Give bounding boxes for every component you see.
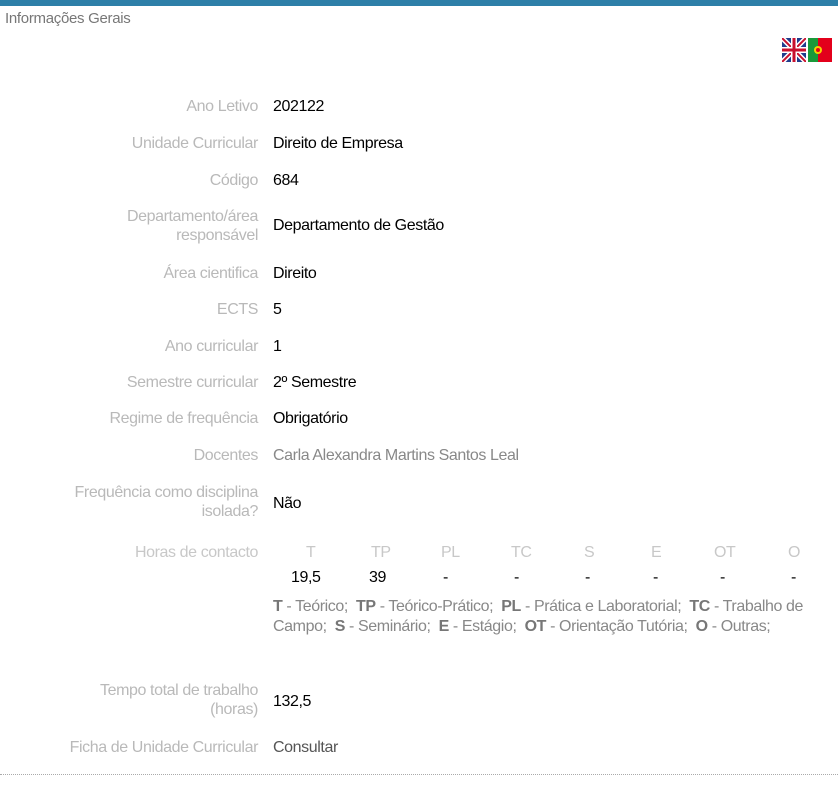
hours-col-head: E [651, 544, 662, 561]
field-value: Direito de Empresa [273, 135, 403, 152]
field-value: 5 [273, 301, 282, 318]
field-label: Horas de contacto [134, 544, 258, 561]
field-value: 132,5 [273, 693, 312, 710]
field-label: Frequência como disciplina isolada? [74, 483, 259, 521]
legend-abbr: O [695, 618, 708, 635]
portugal-flag-icon[interactable] [808, 38, 832, 62]
field-value: Departamento de Gestão [273, 217, 444, 234]
field-label-line1: Frequência como disciplina [74, 484, 259, 501]
legend-desc: - Outras; [707, 618, 771, 635]
field-label: Docentes [193, 447, 259, 464]
hours-col-head: PL [441, 544, 460, 561]
hours-col-value: 39 [369, 569, 386, 586]
legend-abbr: TP [356, 598, 376, 615]
field-label-line2: (horas) [210, 701, 258, 718]
hours-col-head: TP [371, 544, 391, 561]
field-value: 2º Semestre [273, 374, 357, 391]
legend-desc: - Orientação Tutória; [546, 618, 688, 635]
legend-abbr: OT [524, 618, 547, 635]
legend-abbr: T [273, 598, 283, 615]
field-value: Não [273, 495, 302, 512]
legend-desc: - Teórico-Prático; [375, 598, 494, 615]
field-label: ECTS [216, 301, 258, 318]
field-value: 684 [273, 172, 299, 189]
hours-col-value: - [720, 569, 725, 586]
hours-col-head: TC [511, 544, 532, 561]
legend-abbr: S [334, 618, 346, 635]
field-label: Semestre curricular [126, 374, 259, 391]
field-label: Área cientifica [163, 265, 259, 282]
field-label-line2: responsável [176, 227, 258, 244]
legend-desc: - Estágio; [448, 618, 517, 635]
field-value: 202122 [273, 98, 324, 115]
hours-col-value: - [585, 569, 590, 586]
hours-col-head: T [306, 544, 316, 561]
field-label: Código [209, 172, 259, 189]
consultar-link[interactable]: Consultar [273, 739, 338, 757]
field-label-line2: isolada? [201, 503, 259, 520]
section-title: Informações Gerais [5, 10, 131, 27]
hours-col-head: O [788, 544, 801, 561]
field-label-line1: Departamento/área [126, 208, 258, 225]
hours-col-value: - [791, 569, 796, 586]
hours-col-value: 19,5 [291, 569, 321, 586]
legend-desc: - Teórico; [282, 598, 348, 615]
field-value: Direito [273, 265, 317, 282]
field-label: Regime de frequência [109, 410, 258, 427]
field-value: 1 [273, 338, 282, 355]
hours-col-head: OT [714, 544, 736, 561]
field-value: Obrigatório [273, 410, 348, 427]
hours-legend: T - Teórico; TP - Teórico-Prático; PL - … [273, 597, 825, 637]
field-label: Unidade Curricular [131, 135, 259, 152]
legend-abbr: E [438, 618, 450, 635]
legend-abbr: TC [689, 598, 710, 615]
top-accent-bar [0, 0, 838, 6]
hours-col-head: S [584, 544, 595, 561]
legend-desc: - Prática e Laboratorial; [520, 598, 682, 615]
legend-abbr: PL [501, 598, 521, 615]
field-label: Departamento/área responsável [127, 207, 258, 245]
hours-col-value: - [653, 569, 658, 586]
hours-col-value: - [514, 569, 519, 586]
hours-col-value: - [443, 569, 448, 586]
field-label: Ano Letivo [186, 98, 258, 115]
docente-name: Carla Alexandra Martins Santos Leal [273, 447, 519, 464]
legend-desc: - Seminário; [345, 618, 431, 635]
field-label-line1: Tempo total de trabalho [99, 682, 258, 699]
language-selector [782, 38, 832, 62]
field-label: Tempo total de trabalho (horas) [100, 681, 258, 719]
divider [0, 774, 838, 775]
uk-flag-icon[interactable] [782, 38, 806, 62]
field-label: Ficha de Unidade Curricular [69, 739, 259, 756]
field-label: Ano curricular [164, 338, 259, 355]
